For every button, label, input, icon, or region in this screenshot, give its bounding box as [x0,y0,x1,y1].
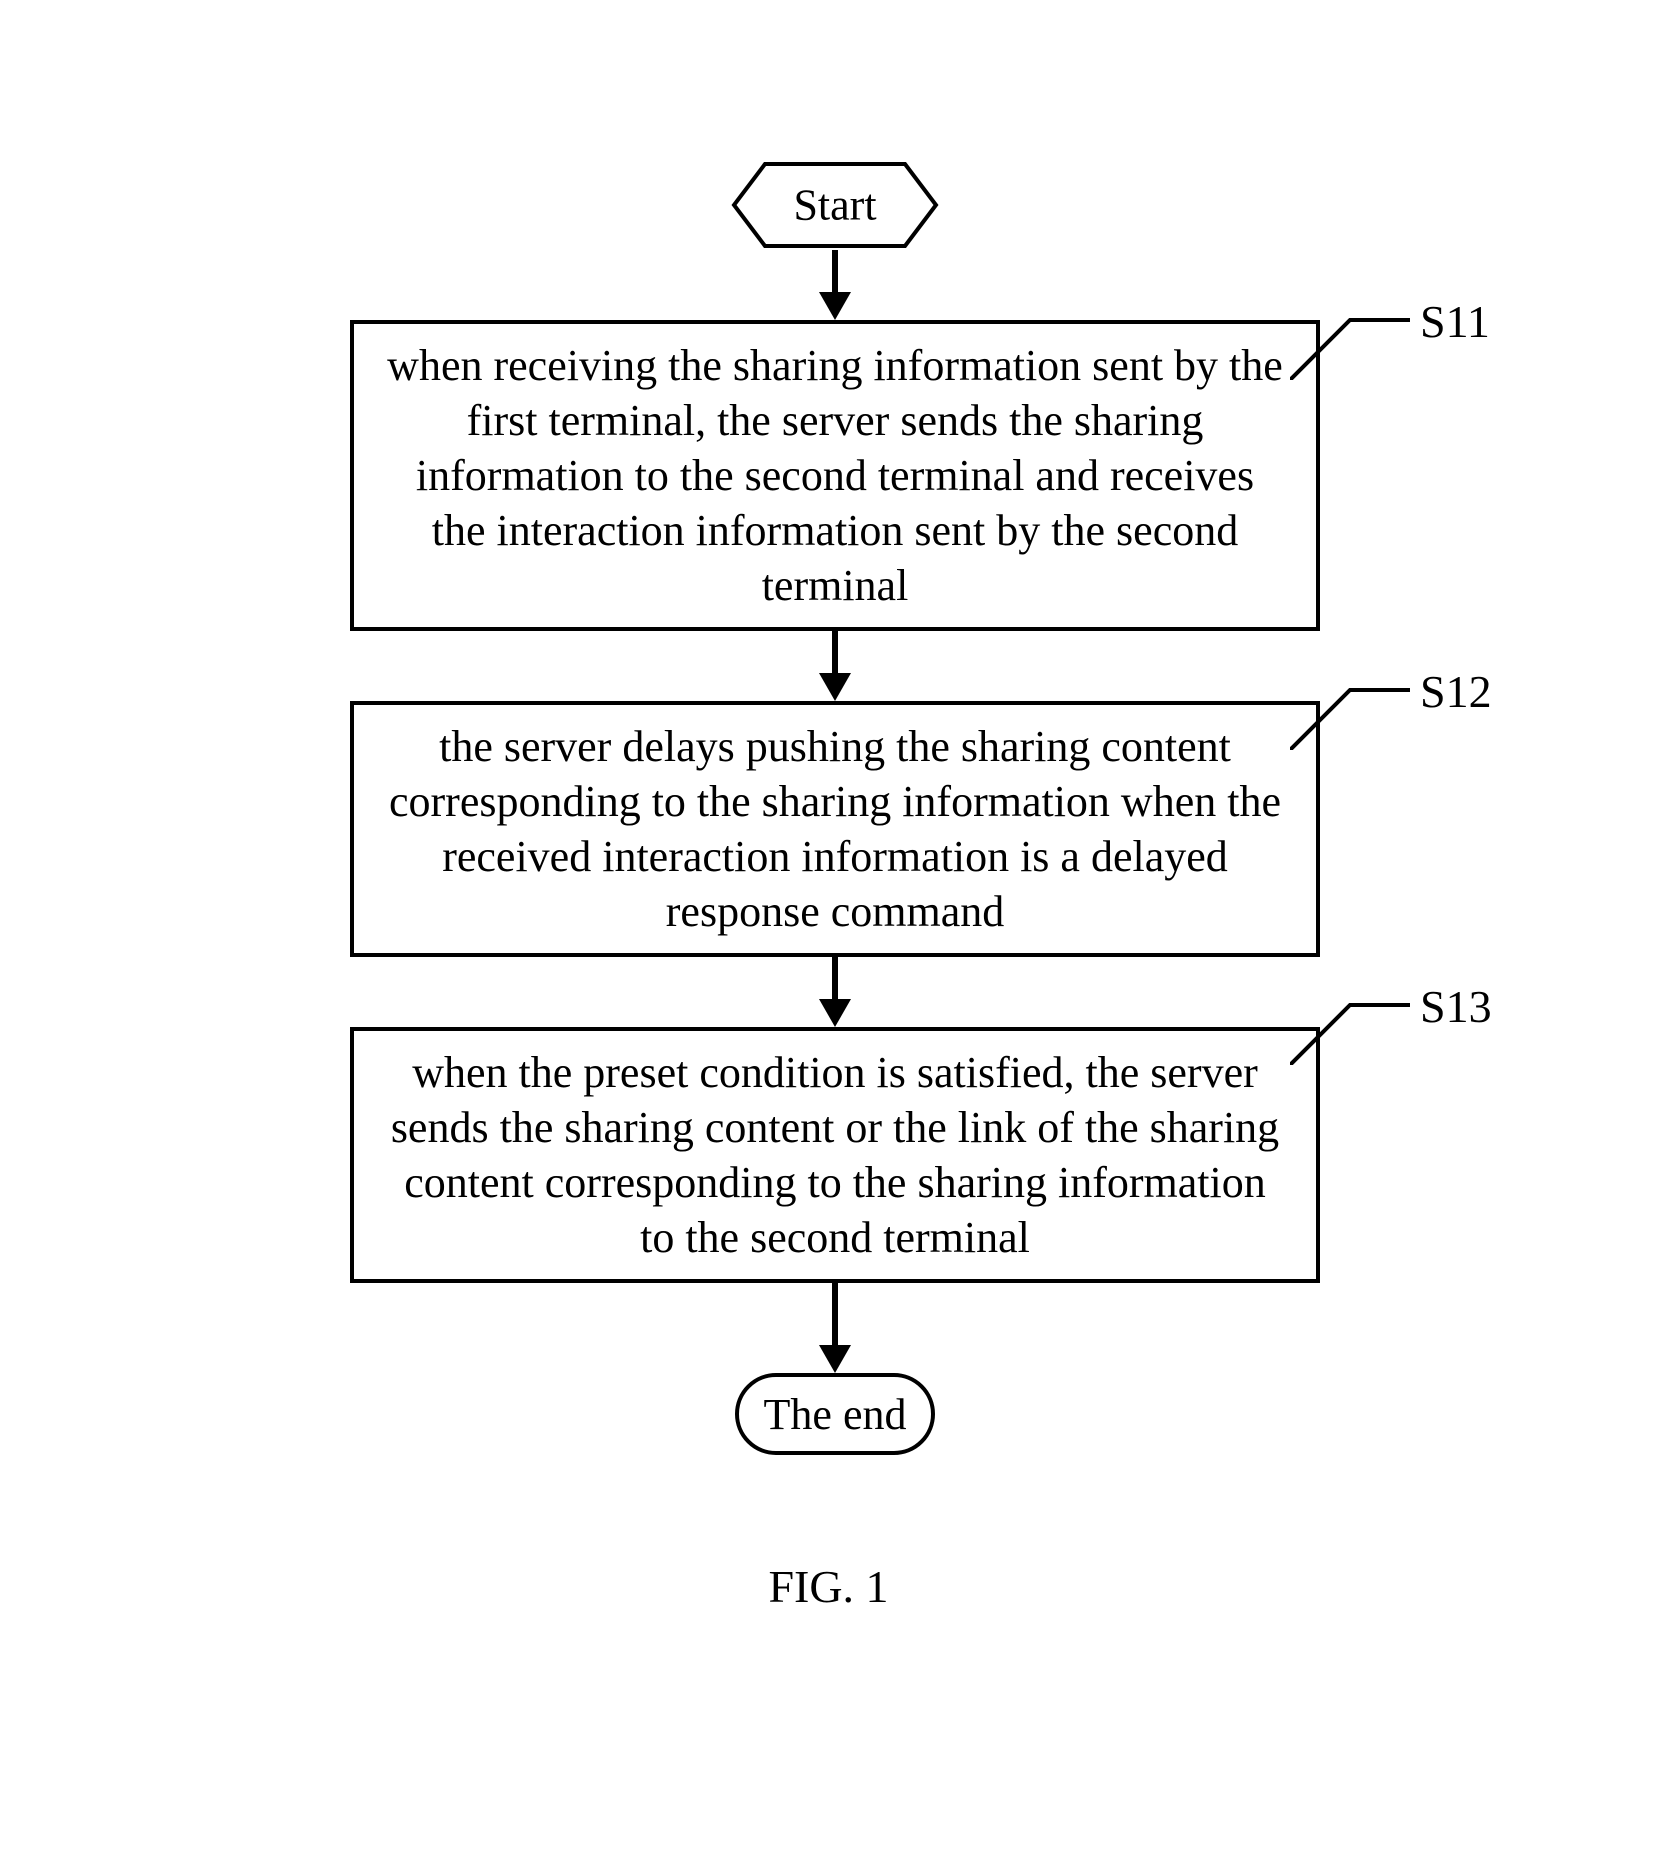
step-label-s12: S12 [1420,665,1492,718]
start-text: Start [793,180,876,231]
arrow-down [832,957,838,1027]
process-step-s12: the server delays pushing the sharing co… [350,701,1320,957]
end-text: The end [764,1389,907,1440]
arrow-down [832,250,838,320]
process-text: when receiving the sharing information s… [387,341,1283,610]
flowchart-container: Start when receiving the sharing informa… [160,160,1510,1455]
process-text: when the preset condition is satisfied, … [391,1048,1279,1262]
arrow-down [832,1283,838,1373]
start-node: Start [730,160,940,250]
end-node: The end [735,1373,935,1455]
arrow-down [832,631,838,701]
step-label-s11: S11 [1420,295,1490,348]
label-connector-line [1290,680,1410,750]
process-text: the server delays pushing the sharing co… [389,722,1281,936]
step-label-s13: S13 [1420,980,1492,1033]
process-step-s13: when the preset condition is satisfied, … [350,1027,1320,1283]
label-connector-line [1290,995,1410,1065]
label-connector-line [1290,310,1410,380]
process-step-s11: when receiving the sharing information s… [350,320,1320,631]
figure-caption: FIG. 1 [768,1560,888,1613]
